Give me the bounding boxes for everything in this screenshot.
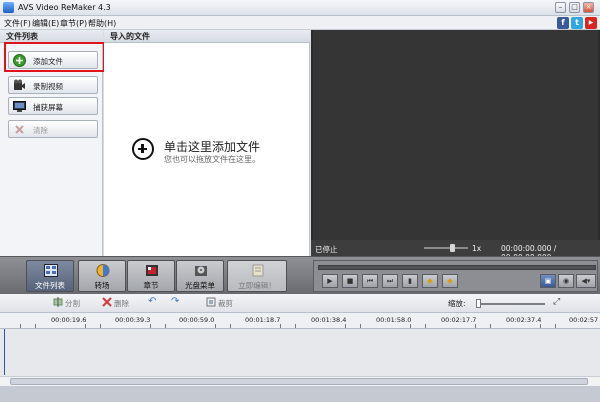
clear-icon [13,123,26,136]
transition-icon [96,264,110,277]
ruler-tick: 00:02:17.7 [441,316,477,324]
zoom-label: 缩放: [448,299,466,308]
click-to-add-hint[interactable]: 单击这里添加文件 [164,138,260,155]
zoom-slider-thumb[interactable] [476,299,481,308]
trim-icon [206,297,216,307]
tab-file-list-label: 文件列表 [35,281,65,290]
timeline-scrollbar-thumb[interactable] [10,378,588,385]
twitter-icon[interactable]: t [571,17,583,29]
marker-in-icon[interactable]: ◆ [422,274,438,288]
fit-zoom-icon[interactable]: ⤢ [553,297,560,307]
imported-files-header: 导入的文件 [104,30,310,43]
highlight-frame [4,42,105,72]
tab-disc-menu-label: 光盘菜单 [185,281,215,290]
ruler-tick: 00:00:19.6 [51,316,87,324]
speed-slider[interactable] [424,247,468,249]
marker-out-icon[interactable]: ◆ [442,274,458,288]
screen-icon [13,100,26,113]
menu-bar: 文件(F) 编辑(E) 章节(P) 帮助(H) f t ▶ [0,16,600,30]
frame-icon[interactable]: ▮ [402,274,418,288]
edit-now-icon [251,264,265,277]
clear-label: 清除 [33,126,48,135]
playback-status-bar: 已停止 1x 00:00:00.000 / 00:00:00.000 [311,240,600,262]
trim-button[interactable]: 裁剪 [206,297,233,309]
disc-menu-icon [194,264,208,277]
app-icon [3,2,14,13]
title-bar: AVS Video ReMaker 4.3 – □ × [0,0,600,16]
main-toolbar: 文件列表 转场 章节 光盘菜单 立即编辑！ ▶ ■ ⏮ ⏭ ▮ ◆ ◆ ▣ ◉ [0,256,600,294]
ruler-tick: 00:02:37.4 [506,316,542,324]
volume-icon[interactable]: ◀▾ [576,274,596,288]
imported-files-area[interactable]: 导入的文件 单击这里添加文件 您也可以拖放文件在这里。 [104,30,310,256]
fullscreen-icon[interactable]: ▣ [540,274,556,288]
timeline-scrollbar[interactable] [0,376,600,386]
split-button[interactable]: 分割 [53,297,80,309]
seek-bar[interactable] [318,265,596,270]
edit-now-label: 立即编辑！ [238,281,276,290]
minimize-button[interactable]: – [555,2,566,13]
add-circle-icon[interactable] [132,138,154,160]
camera-icon [13,79,26,92]
play-icon[interactable]: ▶ [322,274,338,288]
close-button[interactable]: × [583,2,594,13]
tab-disc-menu[interactable]: 光盘菜单 [176,260,224,292]
ruler-tick: 00:01:38.4 [311,316,347,324]
edit-toolbar: 分割 删除 ↶ ↷ 裁剪 缩放: ⤢ [0,294,600,313]
maximize-button[interactable]: □ [569,2,580,13]
delete-button[interactable]: 删除 [102,297,129,309]
speed-slider-thumb[interactable] [450,244,455,252]
window-title: AVS Video ReMaker 4.3 [18,3,111,12]
bottom-bar [0,386,600,402]
split-label: 分割 [65,299,80,308]
timeline-playhead[interactable] [4,329,5,375]
preview-panel: 已停止 1x 00:00:00.000 / 00:00:00.000 [311,30,600,262]
player-controls: ▶ ■ ⏮ ⏭ ▮ ◆ ◆ ▣ ◉ ◀▾ [313,260,598,292]
chapter-icon [145,264,159,277]
ruler-tick: 00:00:39.3 [115,316,151,324]
facebook-icon[interactable]: f [557,17,569,29]
redo-icon[interactable]: ↷ [171,296,179,307]
edit-now-button[interactable]: 立即编辑！ [227,260,287,292]
capture-screen-label: 捕获屏幕 [33,103,63,112]
snapshot-icon[interactable]: ◉ [558,274,574,288]
drag-drop-hint: 您也可以拖放文件在这里。 [164,155,260,164]
video-screen [313,30,598,240]
youtube-icon[interactable]: ▶ [585,17,597,29]
record-video-button[interactable]: 录制视频 [8,76,98,94]
record-video-label: 录制视频 [33,82,63,91]
ruler-tick: 00:01:58.0 [376,316,412,324]
menu-help[interactable]: 帮助(H) [88,18,116,29]
trim-label: 裁剪 [218,299,233,308]
capture-screen-button[interactable]: 捕获屏幕 [8,97,98,115]
ruler-tick: 00:02:57 [569,316,599,324]
timeline-ruler[interactable]: 00:00:19.6 00:00:39.3 00:00:59.0 00:01:1… [0,313,600,329]
zoom-slider[interactable] [479,303,545,305]
tab-transitions[interactable]: 转场 [78,260,126,292]
playback-status: 已停止 [315,245,338,254]
ruler-tick: 00:00:59.0 [179,316,215,324]
delete-icon [102,297,112,307]
clear-button[interactable]: 清除 [8,120,98,138]
menu-file[interactable]: 文件(F) [4,18,31,29]
split-icon [53,297,63,307]
prev-icon[interactable]: ⏮ [362,274,378,288]
menu-chapter[interactable]: 章节(P) [60,18,87,29]
undo-icon[interactable]: ↶ [148,296,156,307]
delete-label: 删除 [114,299,129,308]
speed-value: 1x [472,244,482,253]
timeline-track[interactable] [0,329,600,376]
ruler-tick: 00:01:18.7 [245,316,281,324]
tab-chapters-label: 章节 [143,281,159,290]
menu-edit[interactable]: 编辑(E) [32,18,59,29]
tab-transitions-label: 转场 [94,281,110,290]
tab-file-list[interactable]: 文件列表 [26,260,74,292]
tab-chapters[interactable]: 章节 [127,260,175,292]
file-list-icon [44,264,58,277]
stop-icon[interactable]: ■ [342,274,358,288]
next-icon[interactable]: ⏭ [382,274,398,288]
